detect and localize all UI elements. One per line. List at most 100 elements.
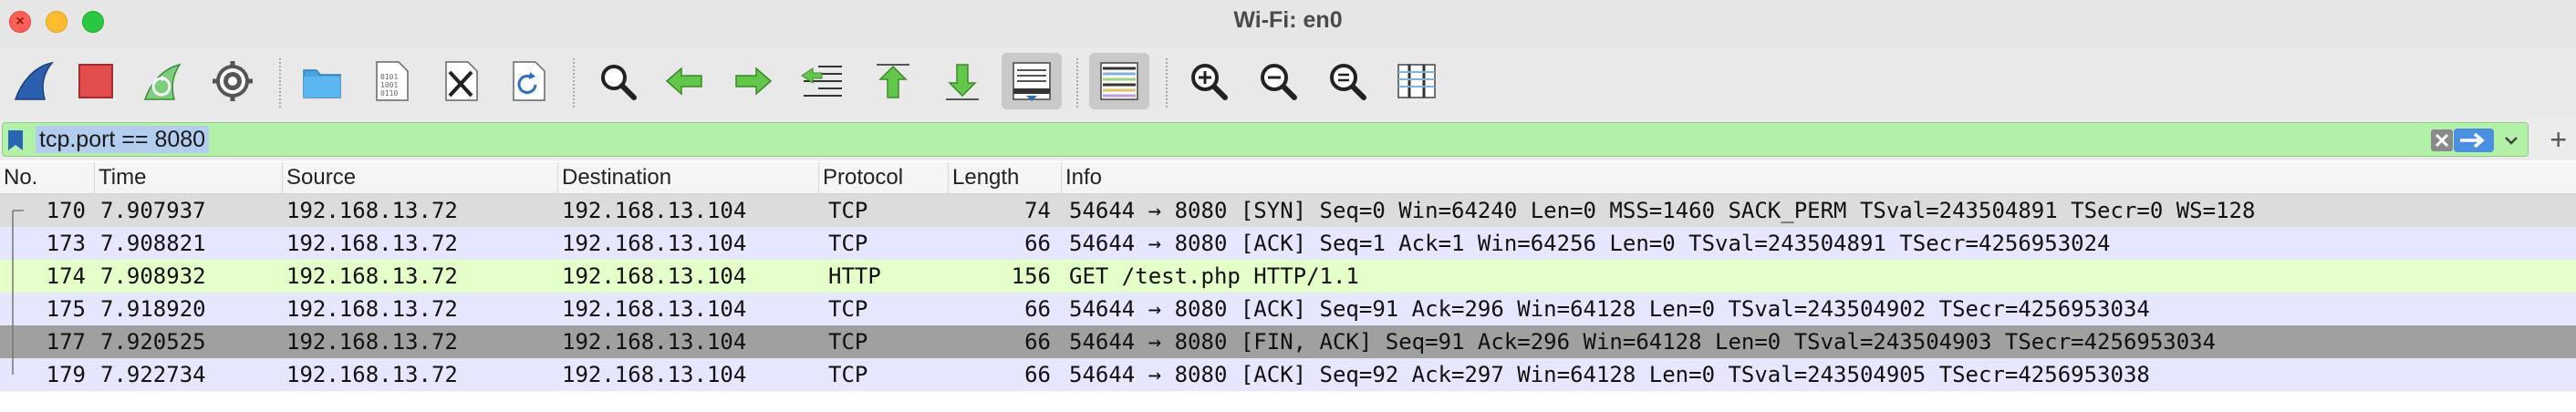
packet-info-cell: 54644 → 8080 [SYN] Seq=0 Win=64240 Len=0… — [1069, 198, 2256, 223]
toolbar-separator — [1166, 58, 1168, 108]
packet-row[interactable]: 175 7.918920 192.168.13.72 192.168.13.104 TC… — [0, 293, 2576, 325]
go-first-packet-button[interactable] — [863, 53, 923, 109]
packet-source-cell: 192.168.13.72 — [286, 263, 458, 289]
packet-time-cell: 7.922734 — [100, 362, 206, 387]
restart-fin-icon — [143, 63, 182, 100]
go-back-button[interactable] — [655, 53, 715, 109]
packet-source-cell: 192.168.13.72 — [286, 362, 458, 387]
packet-source-cell: 192.168.13.72 — [286, 329, 458, 355]
display-filter-input[interactable]: tcp.port == 8080 — [2, 122, 2529, 157]
add-filter-button[interactable]: + — [2550, 122, 2567, 157]
column-header-time[interactable]: Time — [95, 162, 283, 193]
packet-time-cell: 7.908932 — [100, 263, 206, 289]
arrow-up-bar-icon — [877, 64, 909, 98]
packet-row[interactable]: 174 7.908932 192.168.13.72 192.168.13.104 HT… — [0, 260, 2576, 293]
normal-size-button[interactable] — [1317, 53, 1377, 109]
column-header-info[interactable]: Info — [1062, 162, 2576, 193]
toolbar-separator — [1076, 58, 1078, 108]
packet-length-cell: 66 — [1024, 296, 1051, 322]
capture-options-button[interactable] — [203, 53, 263, 109]
packet-row[interactable]: 177 7.920525 192.168.13.72 192.168.13.104 TC… — [0, 325, 2576, 358]
packet-info-cell: 54644 → 8080 [ACK] Seq=1 Ack=1 Win=64256… — [1069, 231, 2111, 256]
column-header-protocol[interactable]: Protocol — [819, 162, 949, 193]
packet-destination-cell: 192.168.13.104 — [562, 198, 747, 223]
packet-row[interactable]: 173 7.908821 192.168.13.72 192.168.13.104 TC… — [0, 227, 2576, 260]
go-forward-button[interactable] — [722, 53, 783, 109]
bookmark-icon[interactable] — [6, 129, 25, 152]
packet-info-cell: 54644 → 8080 [ACK] Seq=91 Ack=296 Win=64… — [1069, 296, 2150, 322]
filter-text[interactable]: tcp.port == 8080 — [36, 126, 210, 153]
packet-protocol-cell: HTTP — [828, 263, 881, 289]
column-header-no[interactable]: No. — [0, 162, 95, 193]
packet-no-cell: 177 — [46, 329, 86, 355]
goto-packet-icon — [801, 66, 842, 97]
stop-capture-button[interactable] — [66, 53, 126, 109]
svg-text:0110: 0110 — [380, 89, 398, 98]
open-file-button[interactable] — [292, 53, 352, 109]
packet-protocol-cell: TCP — [828, 231, 868, 256]
wireshark-window: × Wi-Fi: en0 0101 1001 0110 tcp.port == … — [0, 0, 2576, 412]
packet-no-cell: 173 — [46, 231, 86, 256]
zoom-in-icon — [1191, 64, 1228, 100]
filter-history-dropdown[interactable] — [2498, 128, 2524, 153]
go-last-packet-button[interactable] — [932, 53, 992, 109]
packet-destination-cell: 192.168.13.104 — [562, 231, 747, 256]
column-header-length[interactable]: Length — [949, 162, 1062, 193]
resize-columns-button[interactable] — [1387, 53, 1447, 109]
packet-no-cell: 170 — [46, 198, 86, 223]
reload-file-button[interactable] — [498, 53, 558, 109]
close-file-icon — [445, 61, 478, 101]
packet-time-cell: 7.918920 — [100, 296, 206, 322]
binary-file-icon: 010110010110 — [376, 61, 409, 101]
title-bar: × Wi-Fi: en0 — [0, 0, 2576, 47]
clear-filter-icon[interactable] — [2429, 128, 2455, 153]
packet-time-cell: 7.920525 — [100, 329, 206, 355]
go-to-packet-button[interactable] — [792, 53, 852, 109]
packet-row[interactable]: 170 7.907937 192.168.13.72 192.168.13.104 TC… — [0, 194, 2576, 227]
apply-filter-icon[interactable] — [2453, 128, 2495, 153]
svg-text:0101: 0101 — [380, 73, 398, 81]
chevron-down-icon — [2505, 137, 2518, 145]
find-packet-button[interactable] — [587, 53, 648, 109]
folder-icon — [303, 69, 341, 98]
toolbar-separator — [279, 58, 281, 108]
reload-file-icon — [513, 61, 545, 101]
arrow-down-bar-icon — [946, 64, 979, 100]
zoom-out-icon — [1261, 64, 1297, 100]
packet-source-cell: 192.168.13.72 — [286, 296, 458, 322]
zoom-out-button[interactable] — [1248, 53, 1308, 109]
packet-destination-cell: 192.168.13.104 — [562, 362, 747, 387]
start-capture-button[interactable] — [4, 53, 64, 109]
packet-destination-cell: 192.168.13.104 — [562, 263, 747, 289]
colorize-button[interactable] — [1089, 53, 1149, 109]
magnifier-icon — [601, 65, 637, 100]
arrow-right-icon — [735, 67, 773, 96]
packet-list-header: No. Time Source Destination Protocol Len… — [0, 162, 2576, 194]
column-header-destination[interactable]: Destination — [558, 162, 819, 193]
packet-protocol-cell: TCP — [828, 296, 868, 322]
packet-protocol-cell: TCP — [828, 198, 868, 223]
packet-source-cell: 192.168.13.72 — [286, 231, 458, 256]
packet-time-cell: 7.908821 — [100, 231, 206, 256]
window-title: Wi-Fi: en0 — [1233, 7, 1343, 33]
packet-list: No. Time Source Destination Protocol Len… — [0, 160, 2576, 412]
zoom-in-button[interactable] — [1179, 53, 1239, 109]
save-file-button[interactable]: 0101 1001 0110 — [361, 53, 421, 109]
packet-no-cell: 174 — [46, 263, 86, 289]
restart-capture-button[interactable] — [133, 53, 193, 109]
packet-length-cell: 66 — [1024, 231, 1051, 256]
autoscroll-icon — [1013, 62, 1051, 101]
packet-destination-cell: 192.168.13.104 — [562, 329, 747, 355]
auto-scroll-button[interactable] — [1002, 53, 1062, 109]
close-file-button[interactable] — [431, 53, 491, 109]
packet-protocol-cell: TCP — [828, 362, 868, 387]
resize-columns-icon — [1397, 64, 1436, 98]
gear-icon — [213, 61, 253, 101]
packet-no-cell: 175 — [46, 296, 86, 322]
packet-destination-cell: 192.168.13.104 — [562, 296, 747, 322]
colorize-lines-icon — [1100, 62, 1138, 100]
packet-length-cell: 156 — [1011, 263, 1051, 289]
column-header-source[interactable]: Source — [283, 162, 558, 193]
arrow-left-icon — [665, 67, 702, 96]
packet-row[interactable]: 179 7.922734 192.168.13.72 192.168.13.104 TC… — [0, 358, 2576, 391]
